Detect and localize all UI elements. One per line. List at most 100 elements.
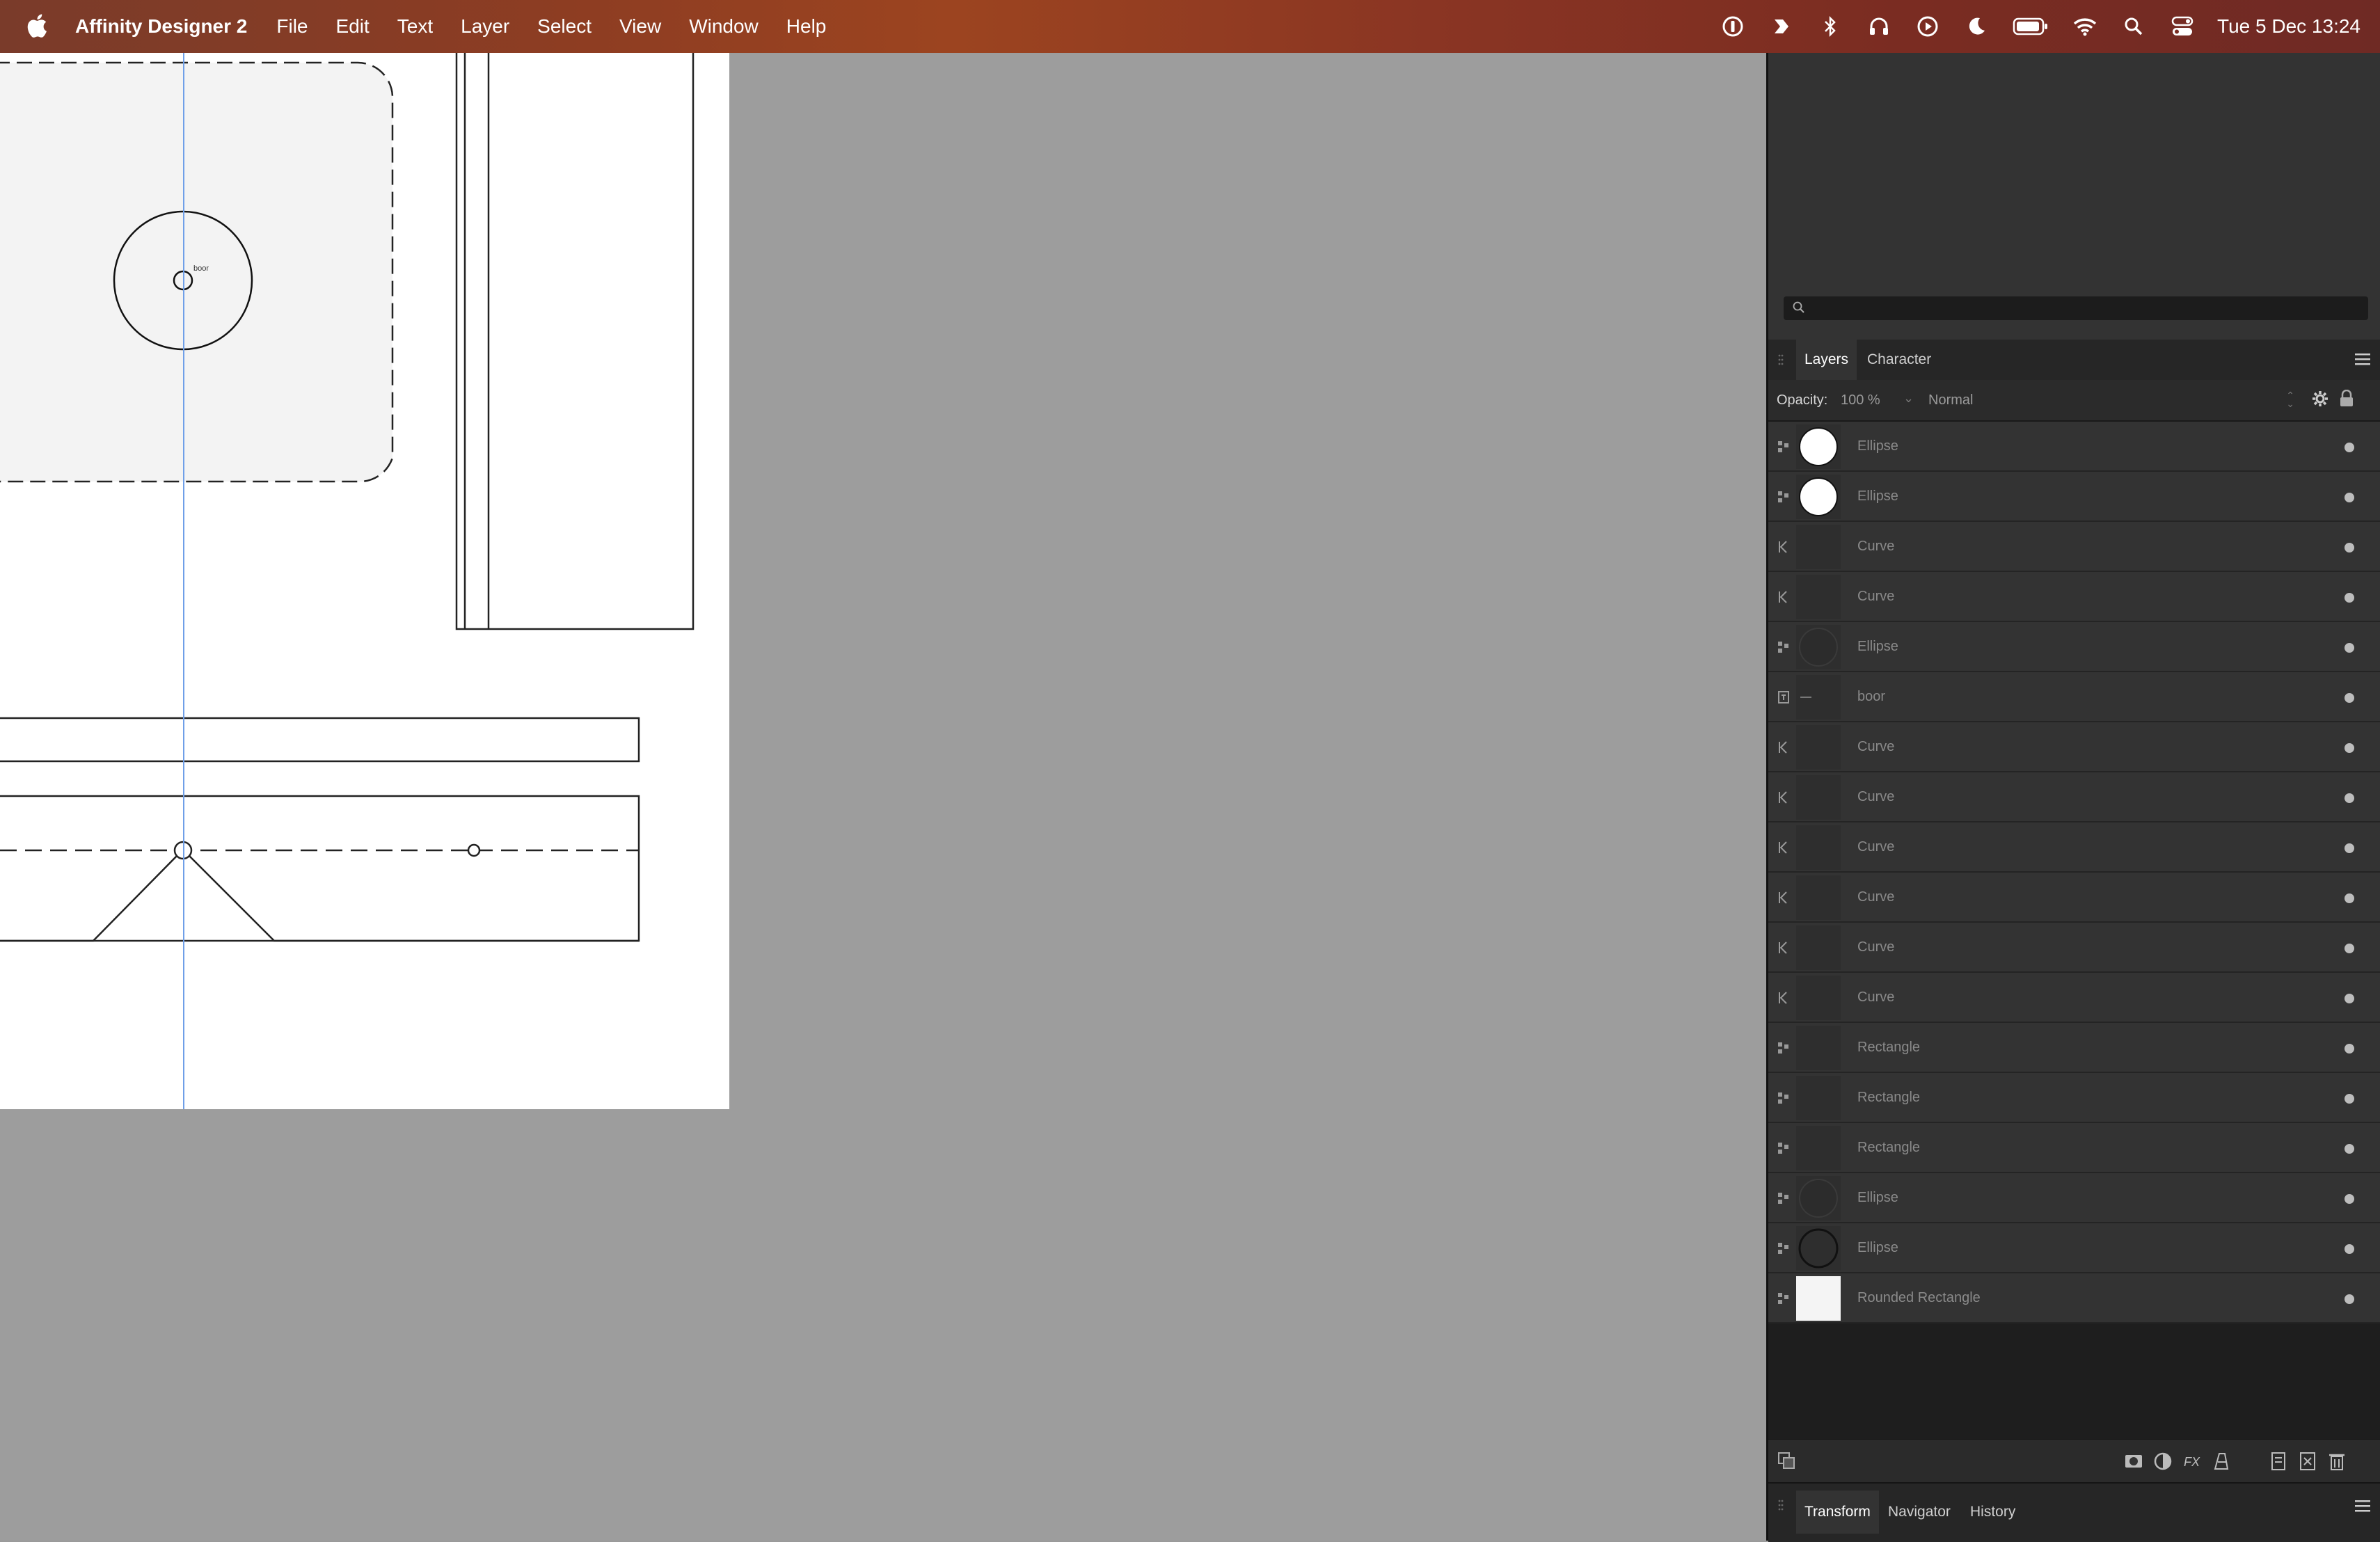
visibility-dot-icon[interactable]: [2345, 643, 2354, 653]
layer-name[interactable]: Rectangle: [1857, 1040, 1920, 1056]
layer-row[interactable]: Curve: [1768, 973, 2380, 1023]
menu-select[interactable]: Select: [537, 15, 592, 38]
boor-text-label[interactable]: boor: [193, 264, 209, 273]
layer-row[interactable]: Curve: [1768, 522, 2380, 572]
layer-row[interactable]: Curve: [1768, 722, 2380, 772]
layer-row[interactable]: Curve: [1768, 873, 2380, 923]
layer-name[interactable]: Curve: [1857, 739, 1894, 755]
tab-layers[interactable]: Layers: [1796, 340, 1857, 380]
layer-row[interactable]: Rectangle: [1768, 1023, 2380, 1073]
add-layer-icon[interactable]: [2268, 1451, 2289, 1472]
visibility-dot-icon[interactable]: [2345, 493, 2354, 502]
layer-name[interactable]: Curve: [1857, 839, 1894, 855]
layer-name[interactable]: Curve: [1857, 989, 1894, 1006]
visibility-dot-icon[interactable]: [2345, 593, 2354, 603]
layer-row[interactable]: Curve: [1768, 822, 2380, 873]
layer-name[interactable]: Rectangle: [1857, 1140, 1920, 1156]
canvas-area[interactable]: boor: [0, 53, 1768, 1541]
layer-name[interactable]: Ellipse: [1857, 488, 1898, 504]
menu-text[interactable]: Text: [397, 15, 433, 38]
visibility-dot-icon[interactable]: [2345, 693, 2354, 703]
brush-layer-icon[interactable]: [2211, 1451, 2232, 1472]
opacity-value-field[interactable]: 100 %: [1841, 392, 1880, 408]
layer-name[interactable]: Curve: [1857, 539, 1894, 555]
artboard[interactable]: boor: [0, 53, 729, 1109]
panel-menu-icon[interactable]: [2355, 352, 2370, 366]
mask-icon[interactable]: [2123, 1451, 2144, 1472]
layer-row[interactable]: boor: [1768, 672, 2380, 722]
layer-name[interactable]: Curve: [1857, 939, 1894, 955]
layer-row[interactable]: Ellipse: [1768, 1223, 2380, 1273]
drag-grip-icon[interactable]: [1778, 353, 1784, 366]
layer-name[interactable]: Curve: [1857, 589, 1894, 605]
layer-row[interactable]: Ellipse: [1768, 472, 2380, 522]
opacity-dropdown-icon[interactable]: ⌄: [1903, 391, 1914, 406]
menu-window[interactable]: Window: [689, 15, 759, 38]
tab-history[interactable]: History: [1962, 1491, 2024, 1534]
layer-name[interactable]: boor: [1857, 689, 1885, 705]
play-icon[interactable]: [1915, 14, 1940, 39]
vertical-guide[interactable]: [183, 53, 184, 1109]
layer-row[interactable]: Rectangle: [1768, 1073, 2380, 1123]
layer-name[interactable]: Rounded Rectangle: [1857, 1290, 1981, 1306]
visibility-dot-icon[interactable]: [2345, 1244, 2354, 1254]
layer-name[interactable]: Rectangle: [1857, 1090, 1920, 1106]
menu-clock[interactable]: Tue 5 Dec 13:24: [2217, 15, 2361, 38]
visibility-dot-icon[interactable]: [2345, 793, 2354, 803]
visibility-dot-icon[interactable]: [2345, 443, 2354, 452]
layer-row[interactable]: Rectangle: [1768, 1123, 2380, 1173]
shortcut-icon[interactable]: [1769, 14, 1794, 39]
battery-icon[interactable]: [2013, 14, 2049, 39]
visibility-dot-icon[interactable]: [2345, 543, 2354, 553]
layer-row[interactable]: Ellipse: [1768, 1173, 2380, 1223]
tab-navigator[interactable]: Navigator: [1880, 1491, 1959, 1534]
layer-name[interactable]: Ellipse: [1857, 1190, 1898, 1206]
tab-transform[interactable]: Transform: [1796, 1491, 1879, 1534]
bluetooth-icon[interactable]: [1818, 14, 1843, 39]
visibility-dot-icon[interactable]: [2345, 944, 2354, 953]
visibility-dot-icon[interactable]: [2345, 1194, 2354, 1204]
trash-icon[interactable]: [2326, 1451, 2347, 1472]
visibility-dot-icon[interactable]: [2345, 1094, 2354, 1104]
menu-help[interactable]: Help: [786, 15, 827, 38]
panel-menu-icon[interactable]: [2355, 1499, 2370, 1513]
layer-row[interactable]: Curve: [1768, 572, 2380, 622]
moon-icon[interactable]: [1964, 14, 1989, 39]
fx-icon[interactable]: FX: [2182, 1451, 2203, 1472]
layer-name[interactable]: Ellipse: [1857, 1240, 1898, 1256]
layer-name[interactable]: Ellipse: [1857, 438, 1898, 454]
visibility-dot-icon[interactable]: [2345, 994, 2354, 1003]
layer-options-icon[interactable]: [1777, 1451, 1798, 1472]
drag-grip-icon[interactable]: [1778, 1499, 1784, 1511]
headphones-icon[interactable]: [1866, 14, 1891, 39]
search-input[interactable]: [1784, 296, 2368, 320]
onepassword-icon[interactable]: [1720, 14, 1745, 39]
menu-edit[interactable]: Edit: [336, 15, 370, 38]
menu-view[interactable]: View: [619, 15, 661, 38]
layer-row[interactable]: Curve: [1768, 772, 2380, 822]
menu-file[interactable]: File: [276, 15, 308, 38]
blend-mode-select[interactable]: Normal ⌃ ⌄: [1923, 387, 2297, 412]
app-name-menu[interactable]: Affinity Designer 2: [75, 15, 247, 38]
layer-name[interactable]: Ellipse: [1857, 639, 1898, 655]
lock-icon[interactable]: [2339, 390, 2354, 408]
visibility-dot-icon[interactable]: [2345, 743, 2354, 753]
control-center-icon[interactable]: [2170, 14, 2195, 39]
spotlight-search-icon[interactable]: [2121, 14, 2146, 39]
visibility-dot-icon[interactable]: [2345, 893, 2354, 903]
layer-name[interactable]: Curve: [1857, 789, 1894, 805]
wifi-icon[interactable]: [2072, 14, 2097, 39]
visibility-dot-icon[interactable]: [2345, 1294, 2354, 1304]
apple-menu-icon[interactable]: [26, 13, 47, 39]
layer-row[interactable]: Ellipse: [1768, 622, 2380, 672]
visibility-dot-icon[interactable]: [2345, 843, 2354, 853]
menu-layer[interactable]: Layer: [461, 15, 509, 38]
layer-name[interactable]: Curve: [1857, 889, 1894, 905]
layer-row[interactable]: Ellipse: [1768, 422, 2380, 472]
gear-icon[interactable]: [2311, 390, 2329, 408]
visibility-dot-icon[interactable]: [2345, 1044, 2354, 1054]
visibility-dot-icon[interactable]: [2345, 1144, 2354, 1154]
artboard-drawing[interactable]: [0, 53, 729, 1109]
tab-character[interactable]: Character: [1859, 340, 1939, 380]
group-layer-icon[interactable]: [2297, 1451, 2318, 1472]
